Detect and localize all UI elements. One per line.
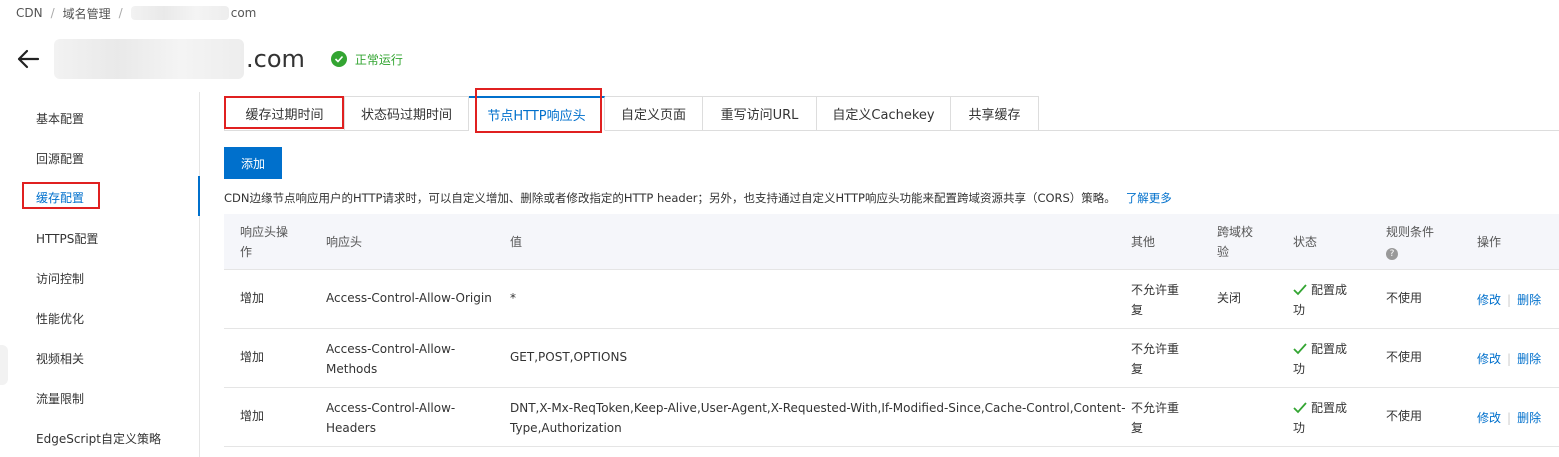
cell-rule: 不使用 bbox=[1386, 409, 1423, 423]
cell-operation: 增加 bbox=[240, 350, 265, 364]
sidebar-item-access-control[interactable]: 访问控制 bbox=[36, 270, 84, 287]
description-text: CDN边缘节点响应用户的HTTP请求时，可以自定义增加、删除或者修改指定的HTT… bbox=[224, 191, 1116, 205]
column-header-operation: 响应头操作 bbox=[240, 225, 289, 259]
highlight-box-tab-http-header bbox=[475, 88, 602, 133]
cell-cors: 关闭 bbox=[1217, 291, 1242, 305]
breadcrumb-cdn[interactable]: CDN bbox=[16, 6, 43, 20]
check-icon bbox=[1293, 343, 1307, 355]
sidebar-active-indicator bbox=[198, 176, 200, 216]
sidebar-item-basic[interactable]: 基本配置 bbox=[36, 110, 84, 127]
cell-actions: 修改 | 删除 bbox=[1477, 293, 1542, 307]
cell-response-header: Access-Control-Allow-Origin bbox=[326, 291, 492, 305]
cell-status: 配置成 功 bbox=[1293, 283, 1348, 317]
check-icon bbox=[1293, 402, 1307, 414]
description: CDN边缘节点响应用户的HTTP请求时，可以自定义增加、删除或者修改指定的HTT… bbox=[224, 190, 1172, 206]
breadcrumb-domain-management[interactable]: 域名管理 bbox=[63, 5, 111, 22]
tab-custom-cachekey[interactable]: 自定义Cachekey bbox=[817, 96, 951, 131]
check-circle-icon bbox=[330, 51, 347, 67]
cell-response-header: Access-Control-Allow- Methods bbox=[326, 342, 456, 376]
sidebar-item-origin[interactable]: 回源配置 bbox=[36, 150, 84, 167]
delete-link[interactable]: 删除 bbox=[1517, 411, 1541, 425]
tab-status-code-expiration[interactable]: 状态码过期时间 bbox=[345, 96, 469, 131]
breadcrumb-separator: / bbox=[50, 6, 55, 20]
cell-rule: 不使用 bbox=[1386, 291, 1423, 305]
delete-link[interactable]: 删除 bbox=[1517, 352, 1541, 366]
sidebar-collapse-handle[interactable] bbox=[0, 345, 8, 385]
cell-status: 配置成 功 bbox=[1293, 401, 1348, 435]
sidebar: 基本配置 回源配置 缓存配置 HTTPS配置 访问控制 性能优化 视频相关 流量… bbox=[0, 92, 200, 457]
table-row: 增加 Access-Control-Allow-Origin * 不允许重复 关… bbox=[224, 270, 1559, 329]
cell-rule: 不使用 bbox=[1386, 350, 1423, 364]
config-tabs: 缓存过期时间 状态码过期时间 节点HTTP响应头 自定义页面 重写访问URL 自… bbox=[224, 96, 1559, 131]
sidebar-item-edgescript[interactable]: EdgeScript自定义策略 bbox=[36, 430, 161, 447]
edit-link[interactable]: 修改 bbox=[1477, 411, 1501, 425]
back-arrow-icon[interactable] bbox=[16, 47, 40, 71]
sidebar-item-performance[interactable]: 性能优化 bbox=[36, 310, 84, 327]
tab-rewrite-url[interactable]: 重写访问URL bbox=[703, 96, 817, 131]
sidebar-item-traffic-limit[interactable]: 流量限制 bbox=[36, 390, 84, 407]
highlight-box-sidebar-cache bbox=[22, 182, 100, 209]
response-header-table: 响应头操作 响应头 值 其他 跨域校验 状态 规则条件 ? 操作 增加 Acce… bbox=[224, 214, 1559, 447]
cell-actions: 修改 | 删除 bbox=[1477, 411, 1542, 425]
cell-other: 不允许重复 bbox=[1131, 283, 1180, 317]
check-icon bbox=[1293, 284, 1307, 296]
sidebar-item-https[interactable]: HTTPS配置 bbox=[36, 230, 98, 247]
column-header-status: 状态 bbox=[1293, 235, 1318, 249]
sidebar-item-video[interactable]: 视频相关 bbox=[36, 350, 84, 367]
column-header-rule-condition: 规则条件 ? bbox=[1386, 225, 1435, 260]
column-header-value: 值 bbox=[510, 235, 523, 249]
tab-custom-page[interactable]: 自定义页面 bbox=[605, 96, 703, 131]
table-row: 增加 Access-Control-Allow- Methods GET,POST… bbox=[224, 329, 1559, 388]
column-header-response-header: 响应头 bbox=[326, 235, 363, 249]
learn-more-link[interactable]: 了解更多 bbox=[1126, 191, 1172, 205]
page-title: .com bbox=[246, 45, 305, 73]
breadcrumb: CDN / 域名管理 / com bbox=[16, 5, 256, 21]
add-button[interactable]: 添加 bbox=[224, 147, 282, 179]
table-header: 响应头操作 响应头 值 其他 跨域校验 状态 规则条件 ? 操作 bbox=[224, 214, 1559, 270]
cell-response-header: Access-Control-Allow- Headers bbox=[326, 401, 456, 435]
cell-actions: 修改 | 删除 bbox=[1477, 352, 1542, 366]
status-text: 正常运行 bbox=[354, 52, 403, 67]
cell-value: GET,POST,OPTIONS bbox=[510, 350, 628, 364]
edit-link[interactable]: 修改 bbox=[1477, 352, 1501, 366]
breadcrumb-separator: / bbox=[118, 6, 123, 20]
delete-link[interactable]: 删除 bbox=[1517, 293, 1541, 307]
redacted-title-blur bbox=[54, 39, 244, 79]
table-row: 增加 Access-Control-Allow- Headers DNT,X-Mx… bbox=[224, 388, 1559, 447]
cell-operation: 增加 bbox=[240, 291, 265, 305]
cell-status: 配置成 功 bbox=[1293, 342, 1348, 376]
help-icon[interactable]: ? bbox=[1386, 248, 1398, 260]
status-badge: 正常运行 bbox=[330, 51, 403, 68]
breadcrumb-domain-suffix: com bbox=[230, 6, 257, 20]
page-header: .com 正常运行 bbox=[16, 39, 403, 79]
cell-value: DNT,X-Mx-ReqToken,Keep-Alive,User-Agent,… bbox=[510, 401, 1126, 435]
redacted-domain-blur bbox=[130, 6, 229, 20]
cell-operation: 增加 bbox=[240, 409, 265, 423]
highlight-box-tab-cache bbox=[224, 96, 344, 129]
cell-value: * bbox=[510, 291, 516, 305]
column-header-other: 其他 bbox=[1131, 235, 1156, 249]
tab-shared-cache[interactable]: 共享缓存 bbox=[951, 96, 1039, 131]
column-header-action: 操作 bbox=[1477, 235, 1502, 249]
edit-link[interactable]: 修改 bbox=[1477, 293, 1501, 307]
cell-other: 不允许重复 bbox=[1131, 401, 1180, 435]
column-header-cors: 跨域校验 bbox=[1217, 225, 1254, 259]
cell-other: 不允许重复 bbox=[1131, 342, 1180, 376]
